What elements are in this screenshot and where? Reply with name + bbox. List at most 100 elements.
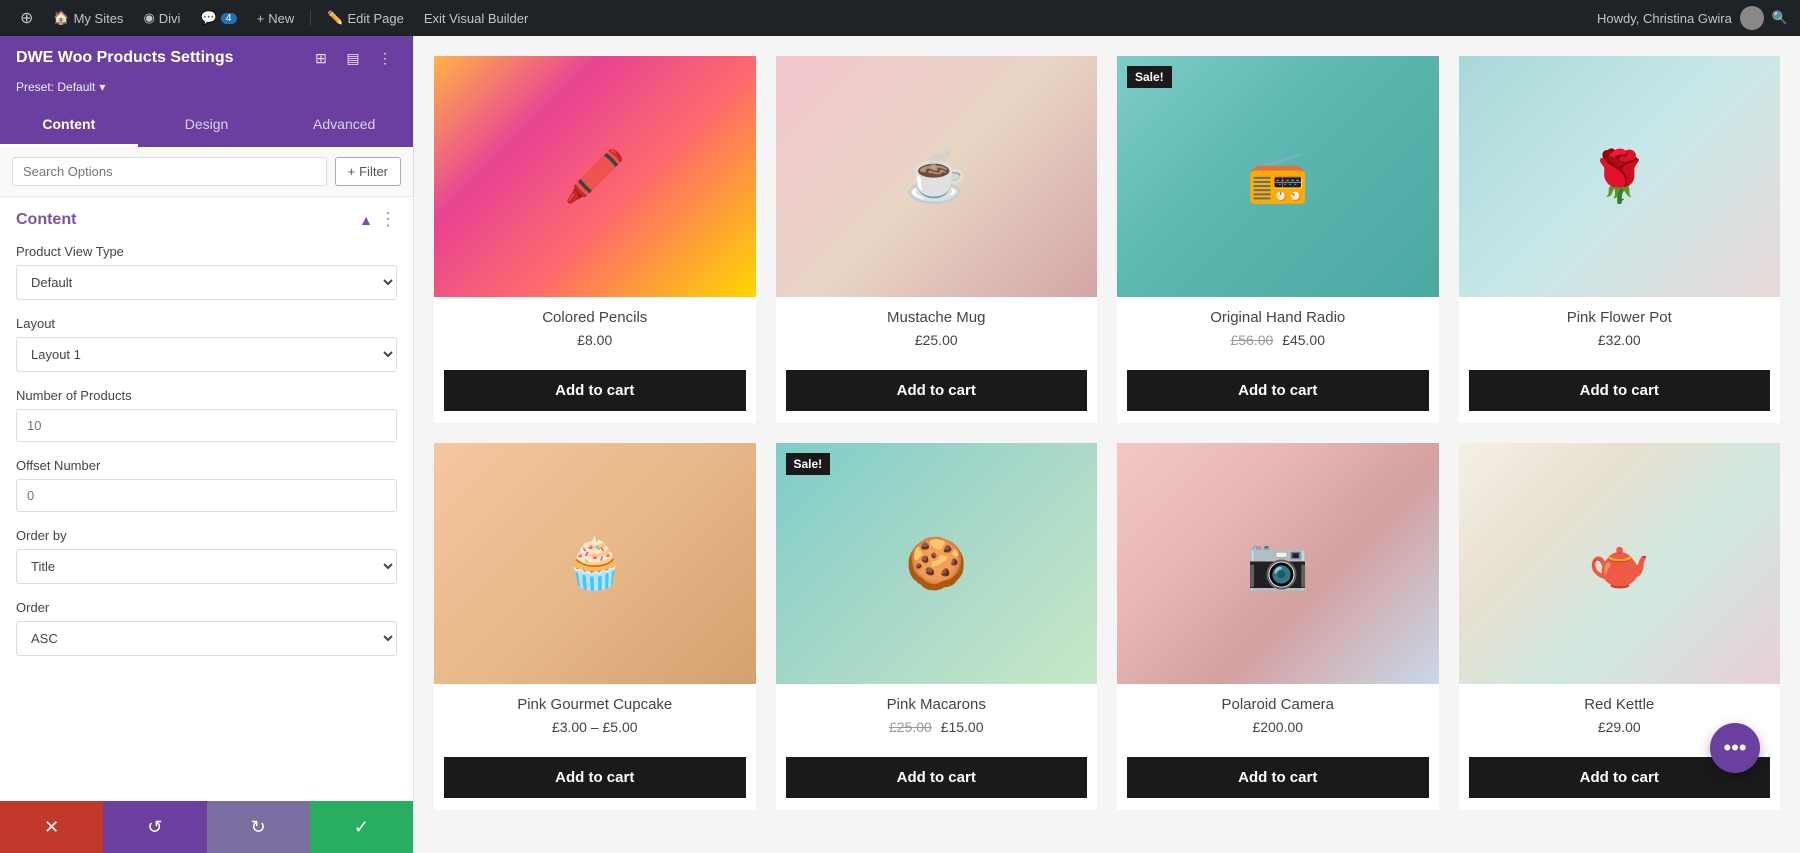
fab-button[interactable]: ••• <box>1710 723 1760 773</box>
number-of-products-field: Number of Products <box>16 388 397 442</box>
order-label: Order <box>16 600 397 615</box>
sale-badge: Sale! <box>786 453 831 475</box>
product-name: Mustache Mug <box>786 309 1088 326</box>
product-card: Mustache Mug £25.00 Add to cart <box>776 56 1098 423</box>
order-select[interactable]: ASC DESC <box>16 621 397 656</box>
wp-icon: ⊕ <box>20 8 33 28</box>
product-info: Pink Gourmet Cupcake £3.00 – £5.00 <box>434 684 756 757</box>
cancel-button[interactable]: ✕ <box>0 801 103 853</box>
undo-button[interactable]: ↺ <box>103 801 206 853</box>
product-price: £25.00 <box>786 332 1088 348</box>
layout-icon[interactable]: ▤ <box>341 46 365 70</box>
product-image <box>1117 56 1439 297</box>
separator <box>310 10 311 26</box>
product-price: £200.00 <box>1127 719 1429 735</box>
exit-builder-item[interactable]: Exit Visual Builder <box>416 0 537 36</box>
preset-label: Preset: Default <box>16 80 95 94</box>
search-input[interactable] <box>12 157 327 186</box>
main-content: Colored Pencils £8.00 Add to cart Mustac… <box>414 36 1800 853</box>
filter-button[interactable]: + Filter <box>335 157 401 186</box>
number-of-products-input[interactable] <box>16 409 397 442</box>
product-image <box>776 56 1098 297</box>
layout-field: Layout Layout 1 Layout 2 Layout 3 <box>16 316 397 372</box>
chevron-down-icon: ▾ <box>99 80 105 94</box>
product-name: Pink Macarons <box>786 696 1088 713</box>
sidebar-header: DWE Woo Products Settings ⊞ ▤ ⋮ <box>0 36 413 80</box>
grid-icon[interactable]: ⊞ <box>309 46 333 70</box>
product-card: Polaroid Camera £200.00 Add to cart <box>1117 443 1439 810</box>
product-name: Colored Pencils <box>444 309 746 326</box>
sidebar-header-icons: ⊞ ▤ ⋮ <box>309 46 397 70</box>
tab-design[interactable]: Design <box>138 104 276 147</box>
layout-label: Layout <box>16 316 397 331</box>
product-card: Sale! Pink Macarons £25.00 £15.00 Add to… <box>776 443 1098 810</box>
add-to-cart-button[interactable]: Add to cart <box>1469 370 1771 411</box>
product-image-wrapper <box>776 56 1098 297</box>
comments-badge: 4 <box>221 13 237 24</box>
add-to-cart-button[interactable]: Add to cart <box>1127 757 1429 798</box>
product-view-type-field: Product View Type Default Grid List <box>16 244 397 300</box>
add-to-cart-button[interactable]: Add to cart <box>786 370 1088 411</box>
product-image-wrapper <box>434 443 756 684</box>
order-field: Order ASC DESC <box>16 600 397 656</box>
product-image-wrapper: Sale! <box>1117 56 1439 297</box>
product-name: Polaroid Camera <box>1127 696 1429 713</box>
product-price: £25.00 £15.00 <box>786 719 1088 735</box>
product-image-wrapper <box>434 56 756 297</box>
product-image <box>434 56 756 297</box>
house-icon: 🏠 <box>53 10 69 26</box>
tab-advanced[interactable]: Advanced <box>275 104 413 147</box>
section-menu-icon[interactable]: ⋮ <box>379 209 397 230</box>
product-image-wrapper <box>1459 443 1781 684</box>
product-view-type-label: Product View Type <box>16 244 397 259</box>
sale-price: £15.00 <box>941 719 984 735</box>
chevron-up-icon[interactable]: ▲ <box>359 212 373 228</box>
product-name: Pink Gourmet Cupcake <box>444 696 746 713</box>
content-section: Content ▲ ⋮ Product View Type Default Gr… <box>0 197 413 684</box>
product-image <box>1459 56 1781 297</box>
offset-number-label: Offset Number <box>16 458 397 473</box>
add-to-cart-button[interactable]: Add to cart <box>1127 370 1429 411</box>
admin-bar: ⊕ 🏠 My Sites ◉ Divi 💬 4 + New ✏️ Edit Pa… <box>0 0 1800 36</box>
order-by-select[interactable]: Title Date Price Rating <box>16 549 397 584</box>
tab-content[interactable]: Content <box>0 104 138 147</box>
tabs: Content Design Advanced <box>0 104 413 147</box>
my-sites-item[interactable]: 🏠 My Sites <box>45 0 131 36</box>
product-image <box>434 443 756 684</box>
edit-page-item[interactable]: ✏️ Edit Page <box>319 0 412 36</box>
product-info: Colored Pencils £8.00 <box>434 297 756 370</box>
product-view-type-select[interactable]: Default Grid List <box>16 265 397 300</box>
avatar <box>1740 6 1764 30</box>
divi-icon: ◉ <box>143 10 154 26</box>
product-info: Original Hand Radio £56.00 £45.00 <box>1117 297 1439 370</box>
add-to-cart-button[interactable]: Add to cart <box>444 757 746 798</box>
speech-bubble-icon: 💬 <box>200 10 216 26</box>
product-image <box>1117 443 1439 684</box>
comments-item[interactable]: 💬 4 <box>192 0 244 36</box>
add-to-cart-button[interactable]: Add to cart <box>786 757 1088 798</box>
search-icon[interactable]: 🔍 <box>1772 10 1788 26</box>
action-bar: ✕ ↺ ↻ ✓ <box>0 801 413 853</box>
product-name: Original Hand Radio <box>1127 309 1429 326</box>
divi-item[interactable]: ◉ Divi <box>135 0 188 36</box>
product-name: Red Kettle <box>1469 696 1771 713</box>
admin-bar-right: Howdy, Christina Gwira 🔍 <box>1597 6 1788 30</box>
sale-price: £45.00 <box>1282 332 1325 348</box>
product-price: £8.00 <box>444 332 746 348</box>
preset-bar[interactable]: Preset: Default ▾ <box>0 80 413 104</box>
product-info: Pink Flower Pot £32.00 <box>1459 297 1781 370</box>
save-button[interactable]: ✓ <box>310 801 413 853</box>
wp-logo-item[interactable]: ⊕ <box>12 0 41 36</box>
offset-number-input[interactable] <box>16 479 397 512</box>
layout-select[interactable]: Layout 1 Layout 2 Layout 3 <box>16 337 397 372</box>
new-item[interactable]: + New <box>249 0 303 36</box>
plus-icon: + <box>257 11 265 26</box>
add-to-cart-button[interactable]: Add to cart <box>444 370 746 411</box>
order-by-label: Order by <box>16 528 397 543</box>
dots-icon[interactable]: ⋮ <box>373 46 397 70</box>
products-grid: Colored Pencils £8.00 Add to cart Mustac… <box>434 56 1780 810</box>
section-title: Content <box>16 211 76 229</box>
original-price: £25.00 <box>889 719 932 735</box>
redo-button[interactable]: ↻ <box>207 801 310 853</box>
product-image-wrapper <box>1459 56 1781 297</box>
